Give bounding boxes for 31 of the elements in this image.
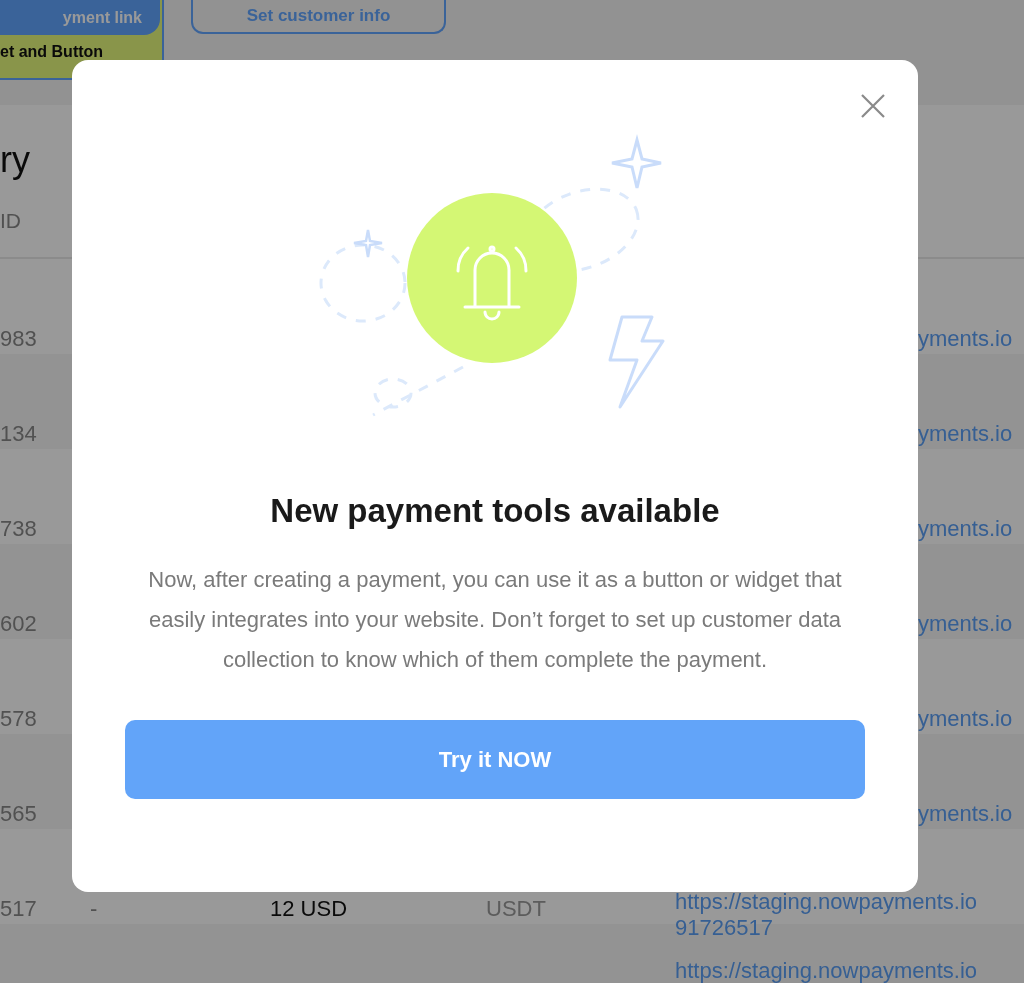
- payment-link[interactable]: yments.io: [918, 801, 1024, 827]
- try-now-button[interactable]: Try it NOW: [125, 720, 865, 799]
- payment-link-button[interactable]: yment link: [0, 0, 160, 35]
- table-cell: -: [90, 896, 98, 921]
- payment-link[interactable]: https://staging.nowpayments.io: [675, 958, 1024, 983]
- sparkle-icon: [610, 134, 663, 190]
- payment-link[interactable]: https://staging.nowpayments.io: [675, 889, 1024, 915]
- bell-icon: [407, 193, 577, 363]
- sparkle-icon: [352, 228, 384, 259]
- id-cell: 983: [0, 326, 37, 351]
- payment-link[interactable]: yments.io: [918, 421, 1024, 447]
- payment-link[interactable]: yments.io: [918, 326, 1024, 352]
- payment-link[interactable]: yments.io: [918, 611, 1024, 637]
- payment-link[interactable]: yments.io: [918, 706, 1024, 732]
- customer-info-button[interactable]: Set customer info: [191, 0, 446, 34]
- close-button[interactable]: [860, 93, 886, 119]
- widget-tab-label[interactable]: et and Button: [0, 35, 104, 61]
- id-cell: 565: [0, 801, 37, 826]
- page-heading: ry: [0, 138, 30, 182]
- modal-title: New payment tools available: [270, 492, 720, 530]
- column-header: ID: [0, 209, 21, 232]
- id-cell: 517: [0, 896, 37, 921]
- amount-cell: 12 USD: [270, 896, 348, 921]
- id-cell: 134: [0, 421, 37, 446]
- id-cell: 738: [0, 516, 37, 541]
- modal-description: Now, after creating a payment, you can use it as a button or widget that easily integrates into your website. Don’t forget to set up customer data collection to know which of them complete the payment.: [147, 566, 843, 674]
- lightning-icon: [608, 315, 665, 409]
- id-cell: 578: [0, 706, 37, 731]
- currency-cell: USDT: [486, 896, 546, 921]
- payment-link[interactable]: yments.io: [918, 516, 1024, 542]
- id-cell: 602: [0, 611, 37, 636]
